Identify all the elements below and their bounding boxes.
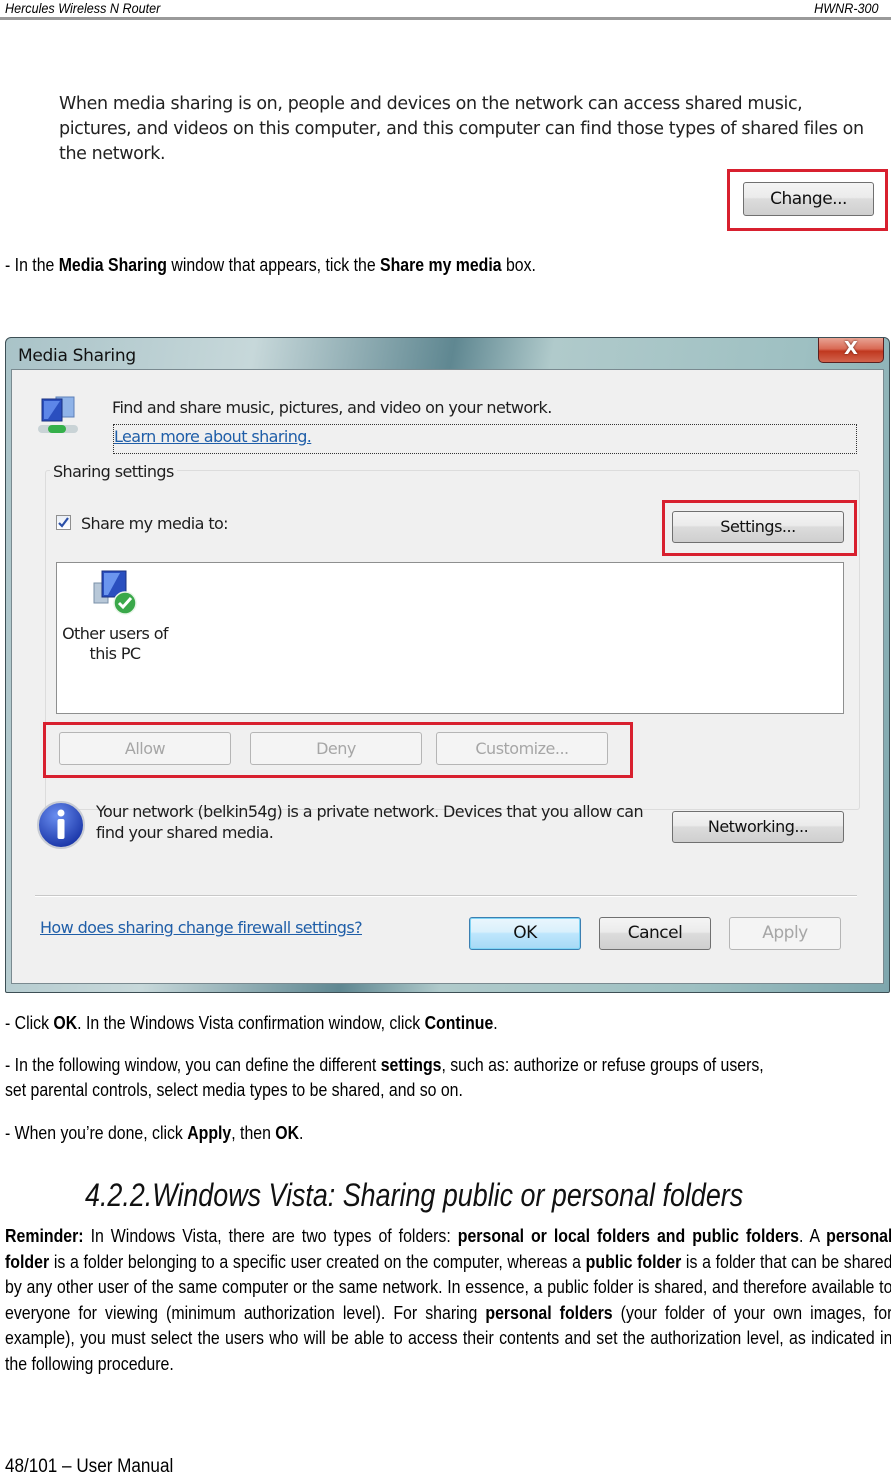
text: - In the following window, you can defin… (5, 1055, 381, 1075)
media-sharing-dialog: Media Sharing X Find and share music, pi… (5, 337, 890, 993)
text: . A (798, 1226, 827, 1246)
share-media-checkbox[interactable] (56, 515, 71, 530)
footer-divider (35, 895, 857, 897)
text: , then (231, 1123, 276, 1143)
dialog-title: Media Sharing (18, 346, 136, 366)
settings-button[interactable]: Settings... (672, 511, 844, 543)
text: - Click (5, 1013, 54, 1033)
network-info-text: Your network (belkin54g) is a private ne… (96, 801, 644, 843)
close-icon: X (844, 338, 858, 359)
text: . In the Windows Vista confirmation wind… (77, 1013, 425, 1033)
media-sharing-snippet: When media sharing is on, people and dev… (40, 75, 891, 240)
text: window that appears, tick the (166, 255, 381, 275)
bold-text: personal folders (485, 1302, 613, 1323)
sharing-settings-label: Sharing settings (50, 462, 177, 481)
header-divider (0, 17, 891, 20)
bold-text: settings (380, 1055, 442, 1075)
customize-button[interactable]: Customize... (436, 732, 608, 765)
ok-button[interactable]: OK (469, 917, 581, 950)
bold-text: Media Sharing (58, 255, 167, 275)
snippet-description: When media sharing is on, people and dev… (59, 94, 864, 164)
intro-text: Find and share music, pictures, and vide… (112, 398, 552, 417)
dialog-body: Find and share music, pictures, and vide… (11, 369, 884, 984)
bold-text: Reminder: (5, 1226, 84, 1246)
deny-button[interactable]: Deny (250, 732, 422, 765)
text: In Windows Vista, there are two types of… (83, 1226, 458, 1246)
networking-button[interactable]: Networking... (672, 811, 844, 843)
list-item-label-line2: this PC (89, 644, 142, 663)
step-define-settings: - In the following window, you can defin… (5, 1053, 764, 1103)
allow-button[interactable]: Allow (59, 732, 231, 765)
info-icon (37, 801, 85, 849)
close-button[interactable]: X (818, 338, 884, 363)
network-share-icon (38, 396, 78, 433)
bold-text: Share my media (380, 255, 502, 275)
header-model-number: HWNR-300 (814, 0, 879, 16)
share-media-label[interactable]: Share my media to: (81, 514, 229, 533)
firewall-settings-link[interactable]: How does sharing change firewall setting… (40, 918, 363, 937)
text: is a folder belonging to a specific user… (49, 1251, 586, 1272)
bold-text: Apply (187, 1123, 232, 1143)
text: set parental controls, select media type… (5, 1080, 463, 1100)
text: box. (501, 255, 536, 275)
learn-more-link[interactable]: Learn more about sharing. (114, 427, 312, 446)
step-apply: - When you’re done, click Apply, then OK… (5, 1121, 303, 1146)
network-info-line1: Your network (belkin54g) is a private ne… (96, 802, 644, 821)
reminder-paragraph: Reminder: In Windows Vista, there are tw… (5, 1224, 891, 1377)
header-product-name: Hercules Wireless N Router (5, 0, 161, 16)
bold-text: public folder (585, 1251, 682, 1272)
bold-text: OK (275, 1123, 300, 1143)
bold-text: Continue (424, 1013, 494, 1033)
network-info-line2: find your shared media. (96, 823, 274, 842)
step-click-ok: - Click OK. In the Windows Vista confirm… (5, 1011, 498, 1036)
text: , such as: authorize or refuse groups of… (441, 1055, 764, 1075)
text: . (299, 1123, 304, 1143)
section-heading: 4.2.2.Windows Vista: Sharing public or p… (85, 1177, 744, 1213)
apply-button[interactable]: Apply (729, 917, 841, 950)
device-list[interactable]: Other users of this PC (56, 562, 844, 714)
bold-text: OK (53, 1013, 78, 1033)
step-share-media: - In the Media Sharing window that appea… (5, 253, 536, 278)
cancel-button[interactable]: Cancel (599, 917, 711, 950)
text: . (493, 1013, 498, 1033)
bold-text: personal or local folders and public fol… (457, 1226, 799, 1246)
list-item-label-line1: Other users of (62, 624, 168, 643)
change-button[interactable]: Change... (743, 182, 874, 216)
users-approved-icon (93, 570, 137, 615)
checkmark-icon (58, 517, 69, 528)
list-item-other-users[interactable]: Other users of this PC (59, 569, 171, 664)
text: - When you’re done, click (5, 1123, 188, 1143)
text: - In the (5, 255, 59, 275)
